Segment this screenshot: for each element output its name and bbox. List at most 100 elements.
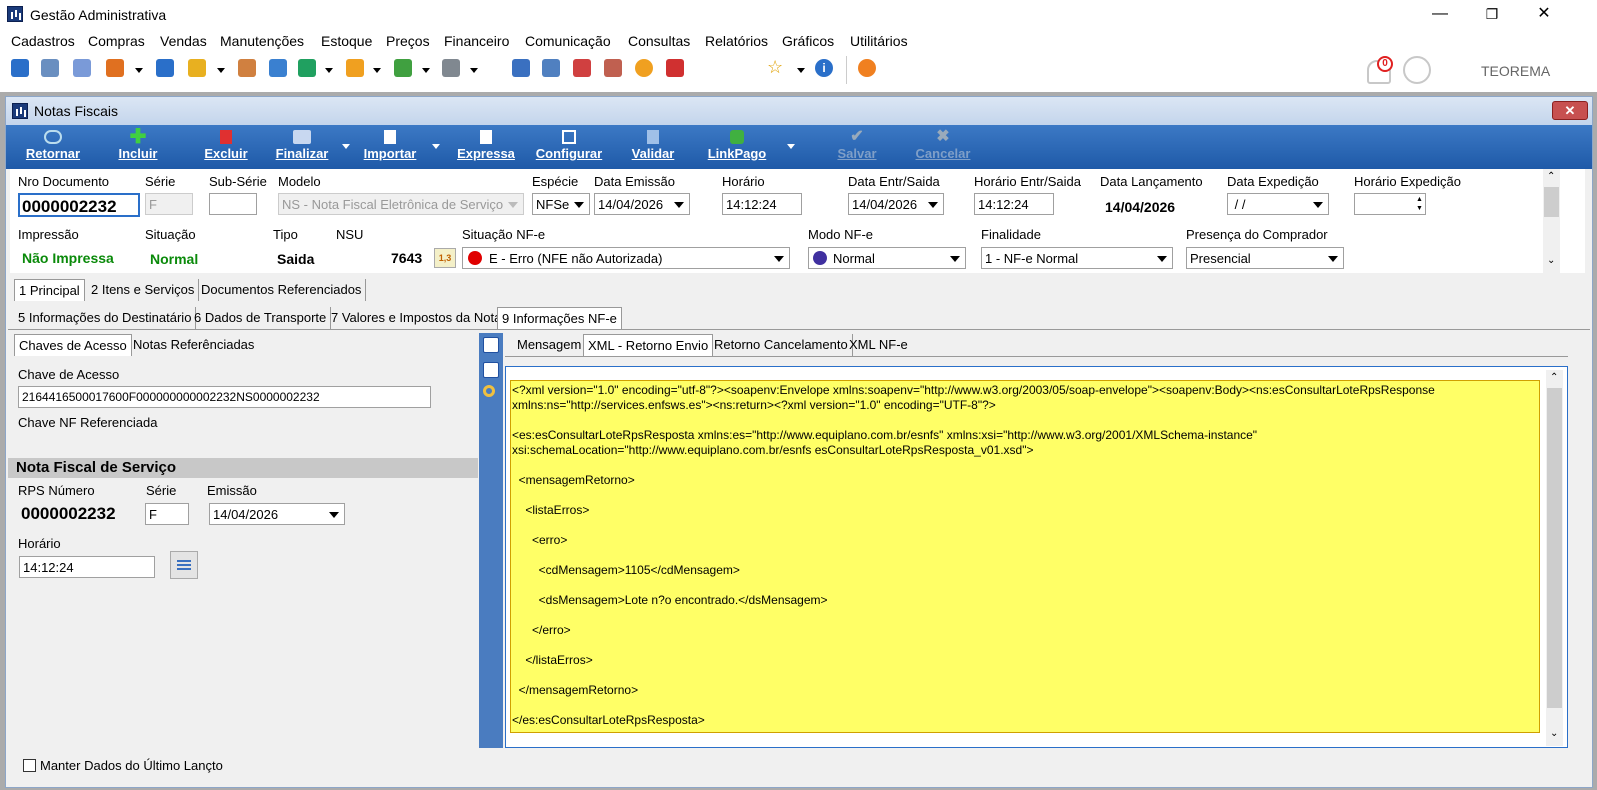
calendar-icon[interactable] — [573, 59, 591, 77]
money-icon[interactable] — [269, 59, 287, 77]
dollar-doc-icon[interactable] — [156, 59, 174, 77]
incluir-button[interactable]: ✚ Incluir — [113, 125, 163, 169]
menu-graficos[interactable]: Gráficos — [782, 33, 834, 49]
data-entr-field[interactable]: 14/04/2026 — [848, 193, 944, 215]
salvar-button[interactable]: ✔ Salvar — [832, 125, 882, 169]
spin-icon[interactable]: ▲ ▼ — [1416, 195, 1424, 213]
tab-itens-servicos[interactable]: 2 Itens e Serviços — [87, 279, 200, 301]
view-icon[interactable] — [483, 337, 499, 353]
folder-icon[interactable] — [11, 59, 29, 77]
emissao-field[interactable]: 14/04/2026 — [209, 503, 345, 525]
subserie-field[interactable] — [209, 193, 257, 215]
finalizar-button[interactable]: Finalizar — [272, 125, 332, 169]
info-icon[interactable]: i — [815, 59, 833, 77]
header-scrollbar[interactable]: ⌃ ⌄ — [1543, 169, 1560, 273]
tab-chaves-acesso[interactable]: Chaves de Acesso — [14, 334, 132, 356]
modelo-select[interactable]: NS - Nota Fiscal Eletrônica de Serviço — [278, 193, 524, 215]
nsu-counter-icon[interactable]: 1,3 — [434, 248, 456, 268]
truck-icon[interactable] — [394, 59, 412, 77]
chevron-down-icon[interactable] — [470, 68, 478, 73]
menu-estoque[interactable]: Estoque — [321, 33, 372, 49]
chevron-down-icon[interactable] — [797, 68, 805, 73]
horario-field[interactable]: 14:12:24 — [722, 193, 802, 215]
menu-relatorios[interactable]: Relatórios — [705, 33, 768, 49]
finalidade-select[interactable]: 1 - NF-e Normal — [981, 247, 1173, 269]
minimize-button[interactable]: — — [1417, 0, 1463, 30]
serie-field[interactable]: F — [145, 193, 193, 215]
finalizar-dropdown[interactable] — [342, 144, 350, 149]
box-icon[interactable] — [188, 59, 206, 77]
tab-transporte[interactable]: 6 Dados de Transporte — [190, 307, 332, 329]
presenca-select[interactable]: Presencial — [1186, 247, 1344, 269]
tab-valores-impostos[interactable]: 7 Valores e Impostos da Nota — [327, 307, 507, 329]
checklist-icon[interactable] — [483, 362, 499, 378]
star-icon[interactable]: ☆ — [767, 58, 785, 77]
scroll-thumb[interactable] — [1544, 187, 1559, 217]
cart-icon[interactable] — [298, 59, 316, 77]
horario-options-button[interactable] — [170, 551, 198, 579]
xml-scrollbar[interactable]: ⌃ ⌄ — [1546, 370, 1563, 746]
scroll-down-icon[interactable]: ⌄ — [1550, 728, 1558, 739]
menu-vendas[interactable]: Vendas — [160, 33, 207, 49]
chevron-down-icon[interactable] — [422, 68, 430, 73]
excluir-button[interactable]: Excluir — [201, 125, 251, 169]
modo-select[interactable]: Normal — [808, 247, 966, 269]
person-icon[interactable] — [238, 59, 256, 77]
tab-destinatario[interactable]: 5 Informações do Destinatário — [14, 307, 197, 329]
tab-xml-retorno-envio[interactable]: XML - Retorno Envio — [583, 334, 714, 356]
sit-nfe-select[interactable]: E - Erro (NFE não Autorizada) — [462, 247, 790, 269]
configurar-button[interactable]: Configurar — [533, 125, 605, 169]
data-exp-field[interactable]: / / — [1227, 193, 1329, 215]
menu-comunicacao[interactable]: Comunicação — [525, 33, 611, 49]
cancelar-button[interactable]: ✖ Cancelar — [911, 125, 975, 169]
user-avatar-icon[interactable] — [1403, 56, 1431, 84]
menu-consultas[interactable]: Consultas — [628, 33, 690, 49]
printer-icon[interactable] — [442, 59, 460, 77]
tag-icon[interactable] — [346, 59, 364, 77]
tab-notas-referenciadas[interactable]: Notas Referênciadas — [129, 334, 258, 356]
maximize-button[interactable]: ❐ — [1469, 0, 1515, 30]
card-icon[interactable] — [73, 59, 91, 77]
menu-financeiro[interactable]: Financeiro — [444, 33, 509, 49]
tab-informacoes-nfe[interactable]: 9 Informações NF-e — [497, 307, 622, 329]
especie-select[interactable]: NFSe — [532, 193, 590, 215]
schedule-icon[interactable] — [604, 59, 622, 77]
expressa-button[interactable]: Expressa — [454, 125, 518, 169]
scroll-thumb[interactable] — [1547, 388, 1562, 708]
close-button[interactable]: ✕ — [1521, 0, 1567, 30]
importar-dropdown[interactable] — [432, 144, 440, 149]
chave-acesso-field[interactable]: 216441650001760­0F000000000002232NS00000… — [18, 386, 431, 408]
list-icon[interactable] — [106, 59, 124, 77]
calculator-icon[interactable] — [542, 59, 560, 77]
clock-icon[interactable] — [635, 59, 653, 77]
report-icon[interactable] — [666, 59, 684, 77]
menu-utilitarios[interactable]: Utilitários — [850, 33, 908, 49]
child-close-button[interactable]: ✕ — [1552, 101, 1588, 120]
tab-xml-nfe[interactable]: XML NF-e — [845, 334, 912, 356]
tab-retorno-cancelamento[interactable]: Retorno Cancelamento — [710, 334, 853, 356]
chevron-down-icon[interactable] — [217, 68, 225, 73]
calculator-grid-icon[interactable] — [512, 59, 530, 77]
chevron-down-icon[interactable] — [135, 68, 143, 73]
linkpago-dropdown[interactable] — [787, 144, 795, 149]
scroll-up-icon[interactable]: ⌃ — [1547, 171, 1555, 182]
menu-precos[interactable]: Preços — [386, 33, 430, 49]
xml-retorno-textarea[interactable]: <?xml version="1.0" encoding="utf-8"?><s… — [510, 380, 1540, 733]
manter-checkbox[interactable] — [23, 759, 36, 772]
validar-button[interactable]: Validar — [628, 125, 678, 169]
tab-mensagem[interactable]: Mensagem — [513, 334, 587, 356]
chevron-down-icon[interactable] — [373, 68, 381, 73]
left-horario-field[interactable]: 14:12:24 — [19, 556, 155, 578]
menu-compras[interactable]: Compras — [88, 33, 145, 49]
chevron-down-icon[interactable] — [325, 68, 333, 73]
retornar-button[interactable]: Retornar — [23, 125, 83, 169]
tab-principal[interactable]: 1 Principal — [14, 279, 85, 301]
tab-documentos-referenciados[interactable]: Documentos Referenciados — [197, 279, 367, 301]
search-icon[interactable] — [483, 385, 495, 397]
scroll-up-icon[interactable]: ⌃ — [1550, 372, 1558, 383]
left-serie-field[interactable]: F — [145, 503, 189, 525]
power-icon[interactable] — [858, 59, 876, 77]
horario-entr-field[interactable]: 14:12:24 — [974, 193, 1054, 215]
data-emissao-field[interactable]: 14/04/2026 — [594, 193, 690, 215]
importar-button[interactable]: Importar — [357, 125, 423, 169]
